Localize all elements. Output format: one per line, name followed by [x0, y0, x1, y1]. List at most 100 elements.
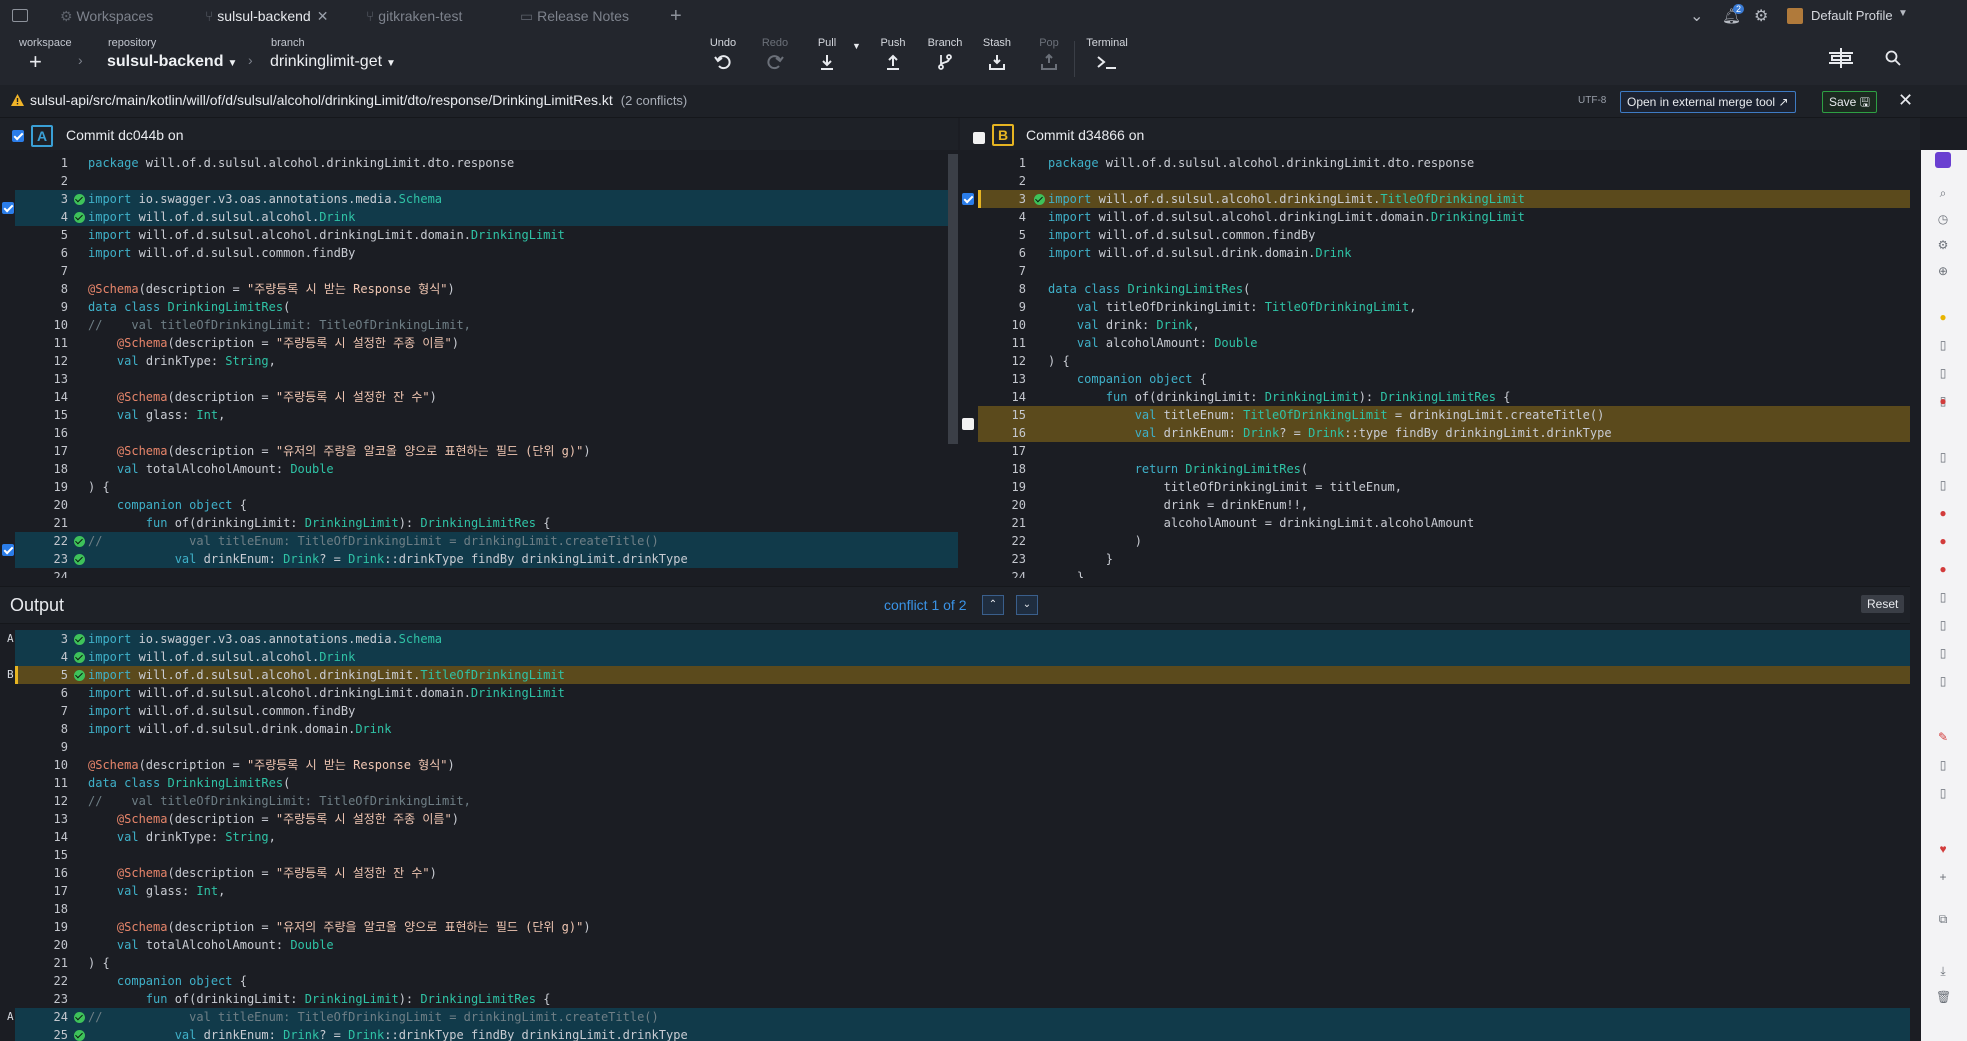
close-tab-icon[interactable]: ✕: [317, 8, 329, 24]
tab-workspaces[interactable]: ⚙ Workspaces: [60, 0, 153, 33]
toolbar-divider: [1074, 41, 1075, 77]
line-number: 17: [53, 444, 68, 458]
branch-button[interactable]: Branch: [920, 37, 970, 81]
search-icon[interactable]: [1885, 50, 1901, 66]
tab-sulsul-backend[interactable]: ⑂ sulsul-backend ✕: [205, 0, 328, 33]
profile-name[interactable]: Default Profile: [1811, 8, 1893, 23]
document-icon[interactable]: ▯: [1936, 674, 1950, 688]
pop-button[interactable]: Pop: [1024, 37, 1074, 81]
pane-b-select-all-checkbox[interactable]: [973, 132, 985, 144]
code-line: val drinkEnum: Drink? = Drink::type find…: [1134, 426, 1612, 440]
code-line: val drinkType: String,: [116, 830, 276, 844]
heart-icon[interactable]: ♥: [1936, 842, 1950, 856]
pane-b-letter: B: [992, 124, 1014, 146]
app-badge-icon[interactable]: [1935, 152, 1951, 168]
document-icon[interactable]: ▯: [1936, 646, 1950, 660]
line-number: 14: [1011, 390, 1026, 404]
code-line: val titleEnum: TitleOfDrinkingLimit = dr…: [1134, 408, 1605, 422]
clock-icon[interactable]: ◷: [1936, 212, 1950, 226]
profile-chevron-icon[interactable]: ▼: [1898, 8, 1908, 19]
trash-icon[interactable]: 🗑︎: [1936, 990, 1951, 1004]
origin-marker-a: A: [7, 1010, 14, 1023]
folder-icon[interactable]: [12, 9, 28, 22]
conflict-navigation-label: conflict 1 of 2: [884, 597, 967, 613]
document-icon[interactable]: ▯: [1936, 366, 1950, 380]
line-number: 22: [1011, 534, 1026, 548]
document-icon[interactable]: ▯: [1936, 338, 1950, 352]
line-number: 22: [53, 974, 68, 988]
close-icon[interactable]: ✕: [1898, 90, 1913, 111]
avatar[interactable]: [1787, 8, 1803, 24]
previous-conflict-button[interactable]: ⌃: [982, 595, 1004, 615]
pencil-icon[interactable]: ✎: [1936, 730, 1950, 744]
gear-icon[interactable]: ⚙: [1754, 6, 1768, 26]
gear-icon[interactable]: ⚙: [1936, 238, 1950, 252]
line-number: 13: [53, 372, 68, 386]
code-line: val totalAlcoholAmount: Double: [116, 938, 334, 952]
document-icon[interactable]: ▯: [1936, 618, 1950, 632]
toolbar: workspace + › repository sulsul-backend ▼…: [0, 33, 1967, 86]
line-number: 10: [1011, 318, 1026, 332]
pull-options-chevron-icon[interactable]: ▼: [852, 41, 861, 51]
code-line: titleOfDrinkingLimit = titleEnum,: [1048, 480, 1403, 494]
branch-select[interactable]: drinkinglimit-get ▼: [270, 53, 396, 71]
tab-release-notes[interactable]: ▭ Release Notes: [520, 0, 629, 33]
pane-a-select-all-checkbox[interactable]: [12, 130, 24, 142]
code-line: data class DrinkingLimitRes(: [1048, 282, 1251, 296]
code-line: import will.of.d.sulsul.alcohol.drinking…: [1048, 192, 1525, 206]
redo-icon: [767, 55, 784, 70]
hunk-a1-checkbox[interactable]: [2, 202, 14, 214]
push-button[interactable]: Push: [868, 37, 918, 81]
code-line: import will.of.d.sulsul.common.findBy: [88, 704, 356, 718]
code-line: fun of(drinkingLimit: DrinkingLimit): Dr…: [145, 516, 551, 530]
code-line: data class DrinkingLimitRes(: [88, 300, 291, 314]
pane-a-scrollbar[interactable]: [948, 154, 958, 444]
emoji-icon[interactable]: ●: [1936, 310, 1950, 324]
code-line: import will.of.d.sulsul.common.findBy: [88, 246, 356, 260]
hunk-b1-checkbox[interactable]: [962, 193, 974, 205]
next-conflict-button[interactable]: ⌄: [1016, 595, 1038, 615]
add-icon[interactable]: ⊕: [1936, 264, 1950, 278]
pull-button[interactable]: Pull: [802, 37, 852, 81]
stop-icon[interactable]: ●: [1936, 562, 1950, 576]
copy-icon[interactable]: ⧉: [1936, 912, 1950, 926]
document-icon[interactable]: ▯: [1936, 590, 1950, 604]
undo-button[interactable]: Undo: [698, 37, 748, 81]
line-number: 9: [1018, 300, 1026, 314]
reset-button[interactable]: Reset: [1861, 595, 1905, 613]
document-icon[interactable]: ▯: [1936, 786, 1950, 800]
hunk-a2-checkbox[interactable]: [2, 544, 14, 556]
code-line: import will.of.d.sulsul.alcohol.drinking…: [88, 668, 565, 682]
accepted-check-icon: [74, 652, 85, 663]
add-icon[interactable]: +: [29, 49, 42, 75]
line-number: 18: [1011, 462, 1026, 476]
download-icon[interactable]: ⤓: [1936, 964, 1950, 978]
output-code: A B A 3 import io.swagger.v3.oas.annotat…: [0, 622, 1921, 1041]
add-icon[interactable]: +: [1936, 870, 1950, 884]
open-external-merge-tool-button[interactable]: Open in external merge tool ↗: [1620, 91, 1796, 113]
layout-icon[interactable]: [1828, 47, 1854, 69]
stash-button[interactable]: Stash: [972, 37, 1022, 81]
line-number: 16: [1011, 426, 1026, 440]
redo-button[interactable]: Redo: [750, 37, 800, 81]
tab-gitkraken-test[interactable]: ⑂ gitkraken-test: [366, 0, 462, 33]
document-icon[interactable]: ▯: [1936, 478, 1950, 492]
search-icon[interactable]: ⌕: [1936, 186, 1950, 200]
document-icon[interactable]: ▯: [1936, 758, 1950, 772]
line-number: 16: [53, 866, 68, 880]
hunk-b2-checkbox[interactable]: [962, 418, 974, 430]
stop-icon[interactable]: ●: [1936, 394, 1950, 408]
line-number: 11: [53, 336, 68, 350]
stop-icon[interactable]: ●: [1936, 506, 1950, 520]
terminal-button[interactable]: Terminal: [1082, 37, 1132, 81]
document-icon[interactable]: ▯: [1936, 450, 1950, 464]
line-number: 3: [60, 192, 68, 206]
stop-icon[interactable]: ●: [1936, 534, 1950, 548]
repository-select[interactable]: sulsul-backend ▼: [107, 53, 237, 71]
save-button[interactable]: Save 🖫: [1822, 91, 1877, 113]
add-tab-icon[interactable]: +: [670, 5, 682, 28]
chevron-down-icon[interactable]: ⌄: [1690, 6, 1703, 26]
code-line: ) {: [88, 480, 110, 494]
line-number: 5: [60, 228, 68, 242]
pane-a-letter: A: [31, 125, 53, 147]
